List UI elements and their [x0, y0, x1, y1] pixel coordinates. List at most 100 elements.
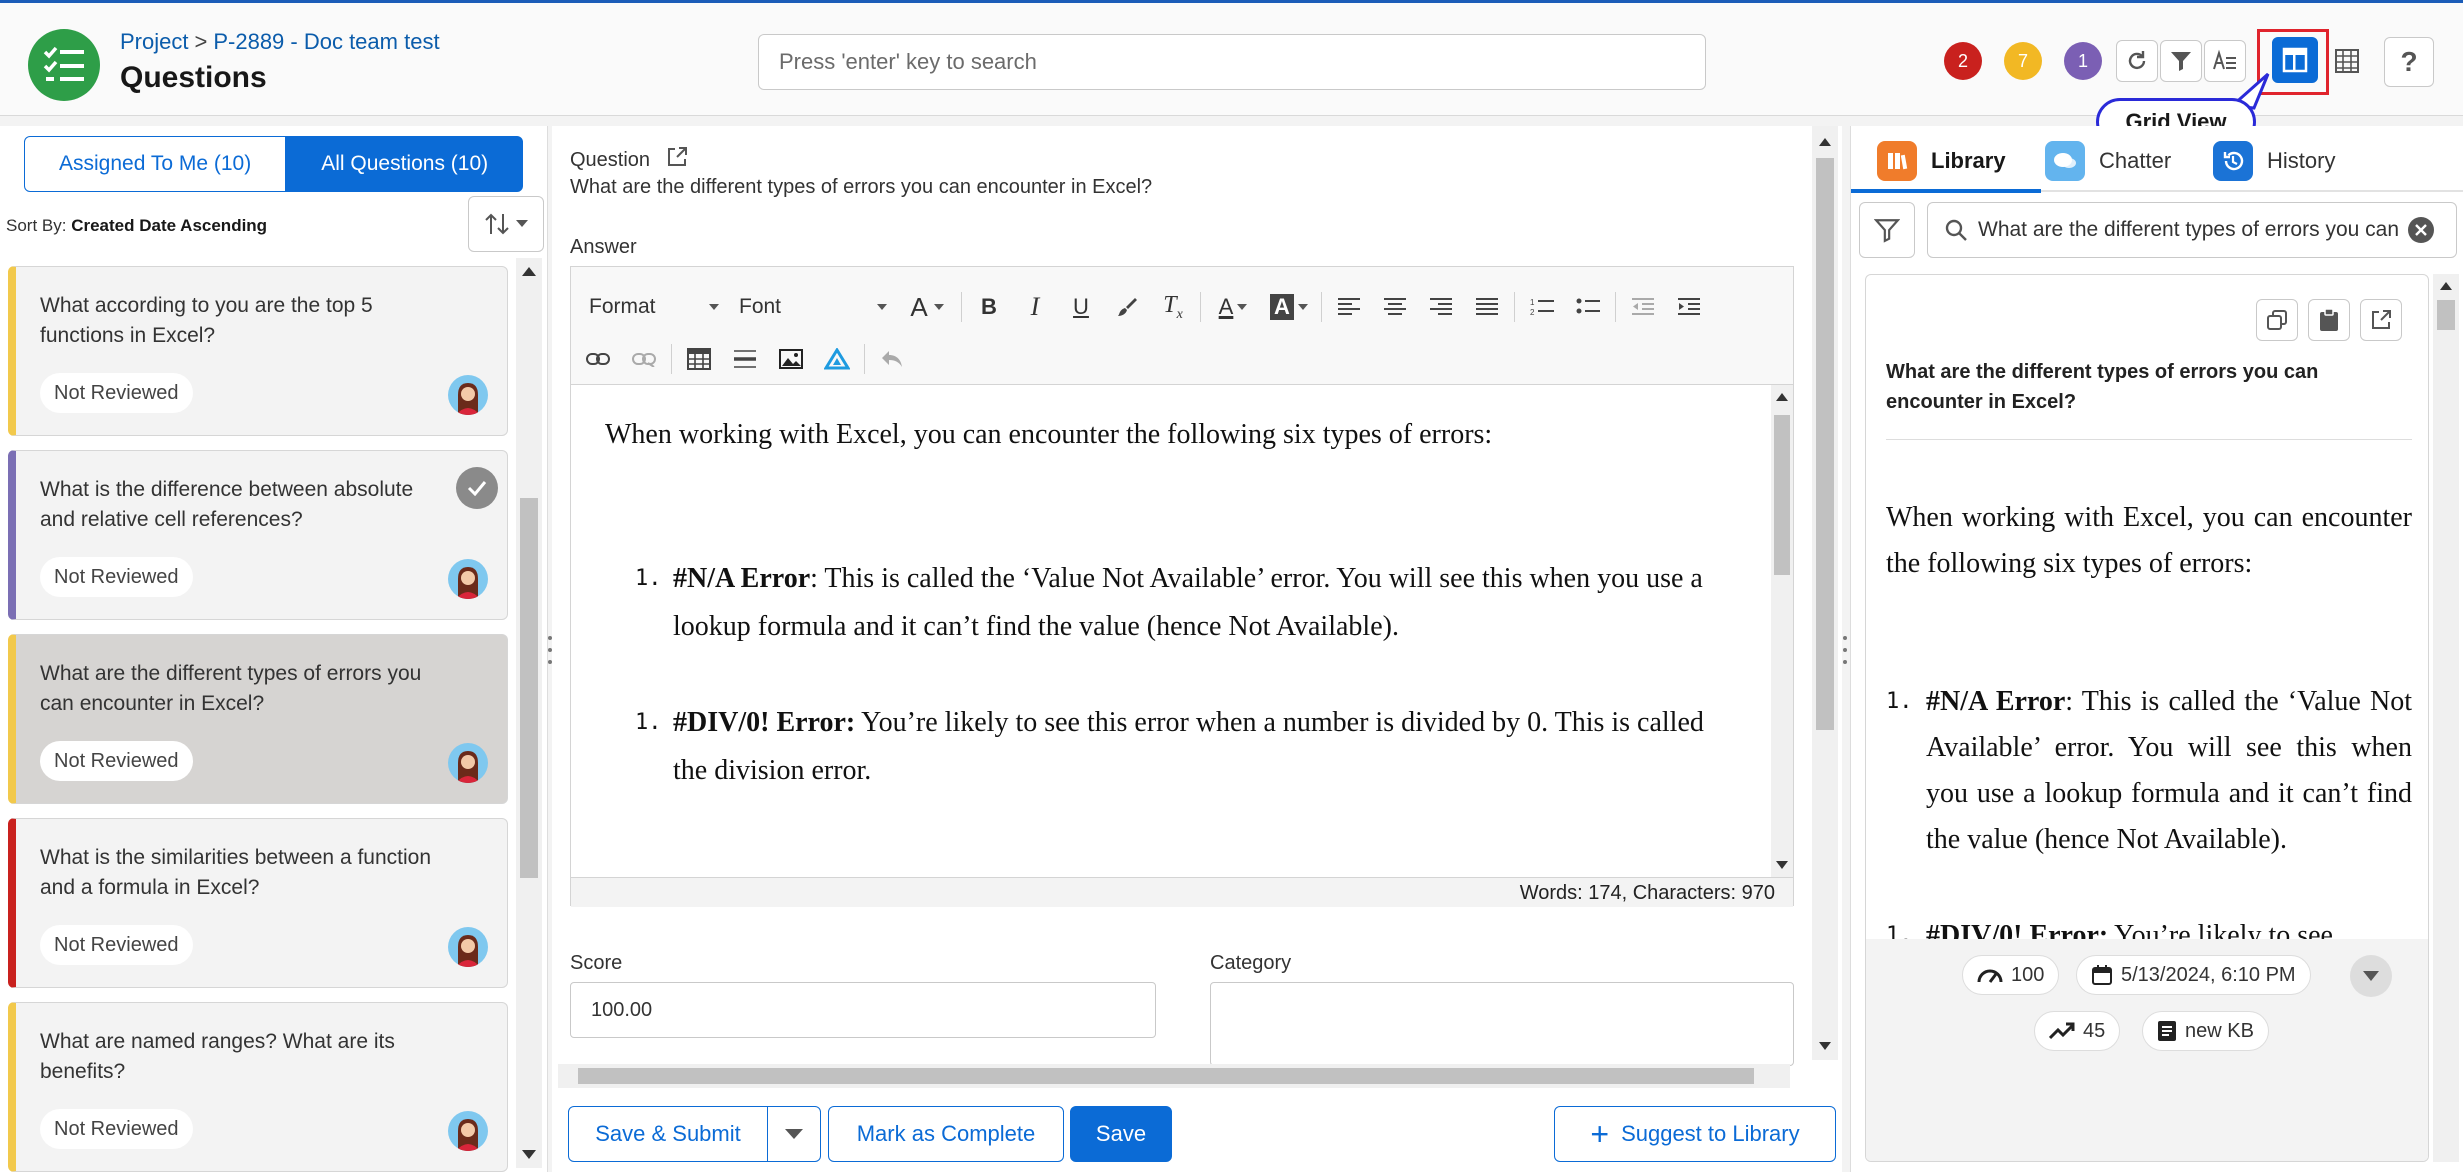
- save-submit-button[interactable]: Save & Submit: [568, 1106, 768, 1162]
- assignee-avatar[interactable]: [448, 927, 488, 967]
- open-external-icon[interactable]: [666, 146, 688, 168]
- score-field[interactable]: 100.00: [570, 982, 1156, 1038]
- question-detail-panel: Question What are the different types of…: [552, 126, 1842, 1172]
- clear-format-button[interactable]: Tx: [1150, 285, 1196, 329]
- calendar-icon: [2092, 965, 2112, 985]
- question-list-scrollbar[interactable]: [516, 258, 542, 1168]
- reviewed-check-icon: [456, 467, 498, 509]
- toolbar-divider: [671, 344, 672, 374]
- align-left-button[interactable]: [1326, 285, 1372, 329]
- breadcrumb-project-link[interactable]: Project: [120, 29, 188, 54]
- editor-scrollbar[interactable]: [1771, 385, 1793, 877]
- tab-library[interactable]: Library: [1877, 136, 2006, 186]
- bulleted-list-icon: [1576, 298, 1600, 314]
- status-count-badge-purple[interactable]: 1: [2064, 42, 2102, 80]
- font-dropdown[interactable]: Font: [729, 287, 897, 327]
- question-card-selected[interactable]: What are the different types of errors y…: [8, 634, 508, 804]
- justify-button[interactable]: [1464, 285, 1510, 329]
- filter-icon: [2171, 52, 2191, 71]
- breadcrumb-item-link[interactable]: P-2889 - Doc team test: [213, 29, 439, 54]
- global-search-input[interactable]: [758, 34, 1706, 90]
- save-button[interactable]: Save: [1070, 1106, 1172, 1162]
- bold-button[interactable]: B: [966, 285, 1012, 329]
- word-count: Words: 174, Characters: 970: [571, 877, 1793, 907]
- insert-table-button[interactable]: [676, 337, 722, 381]
- right-splitter-handle[interactable]: [1843, 630, 1847, 670]
- horizontal-rule-button[interactable]: [722, 337, 768, 381]
- question-card[interactable]: What according to you are the top 5 func…: [8, 266, 508, 436]
- assignee-avatar[interactable]: [448, 743, 488, 783]
- format-dropdown[interactable]: Format: [579, 287, 729, 327]
- library-filter-button[interactable]: [1859, 202, 1915, 258]
- trend-pill: 45: [2034, 1011, 2121, 1051]
- table-view-button[interactable]: [2326, 40, 2368, 82]
- underline-button[interactable]: U: [1058, 285, 1104, 329]
- text-color-button[interactable]: A: [1205, 285, 1261, 329]
- chevron-down-icon: [2363, 971, 2379, 981]
- numbered-list-button[interactable]: 12: [1519, 285, 1565, 329]
- page-title: Questions: [120, 61, 267, 94]
- copy-to-answer-button[interactable]: [2256, 299, 2298, 341]
- assignee-avatar[interactable]: [448, 375, 488, 415]
- detail-panel-scrollbar[interactable]: [1812, 126, 1838, 1060]
- insert-image-button[interactable]: [768, 337, 814, 381]
- text-color-icon: A: [1218, 294, 1234, 319]
- status-count-badge-red[interactable]: 2: [1944, 42, 1982, 80]
- question-card[interactable]: What is the similarities between a funct…: [8, 818, 508, 988]
- format-painter-button[interactable]: [1104, 285, 1150, 329]
- assignee-avatar[interactable]: [448, 1111, 488, 1151]
- toolbar-divider: [864, 344, 865, 374]
- filter-button[interactable]: [2160, 40, 2202, 82]
- bulleted-list-button[interactable]: [1565, 285, 1611, 329]
- background-color-button[interactable]: A: [1261, 285, 1317, 329]
- remove-link-button[interactable]: [621, 337, 667, 381]
- outdent-button[interactable]: [1620, 285, 1666, 329]
- sort-button[interactable]: [468, 196, 544, 252]
- ai-assist-button[interactable]: [814, 337, 860, 381]
- mark-complete-button[interactable]: Mark as Complete: [828, 1106, 1064, 1162]
- help-button[interactable]: ?: [2384, 37, 2434, 87]
- indent-button[interactable]: [1666, 285, 1712, 329]
- tab-active-indicator: [1851, 189, 2041, 193]
- italic-button[interactable]: I: [1012, 285, 1058, 329]
- scroll-thumb[interactable]: [520, 498, 538, 878]
- scroll-thumb[interactable]: [2437, 300, 2455, 330]
- question-text: What are the different types of errors y…: [570, 176, 1153, 198]
- page-header: Project > P-2889 - Doc team test Questions…: [0, 0, 2463, 116]
- question-card[interactable]: What is the difference between absolute …: [8, 450, 508, 620]
- tab-all-questions[interactable]: All Questions (10): [286, 136, 524, 192]
- font-size-button[interactable]: A: [897, 285, 957, 329]
- align-right-button[interactable]: [1418, 285, 1464, 329]
- align-center-button[interactable]: [1372, 285, 1418, 329]
- detail-horizontal-scrollbar[interactable]: [558, 1064, 1790, 1088]
- svg-text:2: 2: [1530, 308, 1535, 317]
- undo-button[interactable]: [869, 337, 915, 381]
- expand-meta-button[interactable]: [2350, 955, 2392, 997]
- clear-search-icon[interactable]: [2408, 217, 2434, 243]
- library-search-input[interactable]: What are the different types of errors y…: [1927, 202, 2457, 258]
- tab-chatter[interactable]: Chatter: [2045, 136, 2171, 186]
- status-count-badge-yellow[interactable]: 7: [2004, 42, 2042, 80]
- scroll-thumb[interactable]: [1816, 158, 1834, 730]
- category-textarea[interactable]: [1210, 982, 1794, 1066]
- library-scrollbar[interactable]: [2433, 274, 2459, 1162]
- tab-history[interactable]: History: [2213, 136, 2335, 186]
- save-submit-menu-button[interactable]: [767, 1106, 821, 1162]
- article-actions: [2256, 299, 2402, 341]
- scroll-thumb[interactable]: [1774, 415, 1790, 575]
- list-item-text: : This is called the ‘Value Not Availabl…: [673, 563, 1703, 642]
- suggest-to-library-button[interactable]: + Suggest to Library: [1554, 1106, 1836, 1162]
- open-article-button[interactable]: [2360, 299, 2402, 341]
- assignee-avatar[interactable]: [448, 559, 488, 599]
- list-item-number: 1.: [635, 710, 662, 735]
- clipboard-button[interactable]: [2308, 299, 2350, 341]
- answer-editor-content[interactable]: When working with Excel, you can encount…: [571, 385, 1771, 877]
- refresh-button[interactable]: [2116, 40, 2158, 82]
- scroll-thumb[interactable]: [578, 1068, 1754, 1084]
- insert-link-button[interactable]: [575, 337, 621, 381]
- question-list: What according to you are the top 5 func…: [0, 258, 548, 1172]
- tab-assigned-to-me[interactable]: Assigned To Me (10): [24, 136, 287, 192]
- sort-arrows-icon: [485, 213, 509, 235]
- align-center-icon: [1384, 298, 1406, 315]
- question-card[interactable]: What are named ranges? What are its bene…: [8, 1002, 508, 1172]
